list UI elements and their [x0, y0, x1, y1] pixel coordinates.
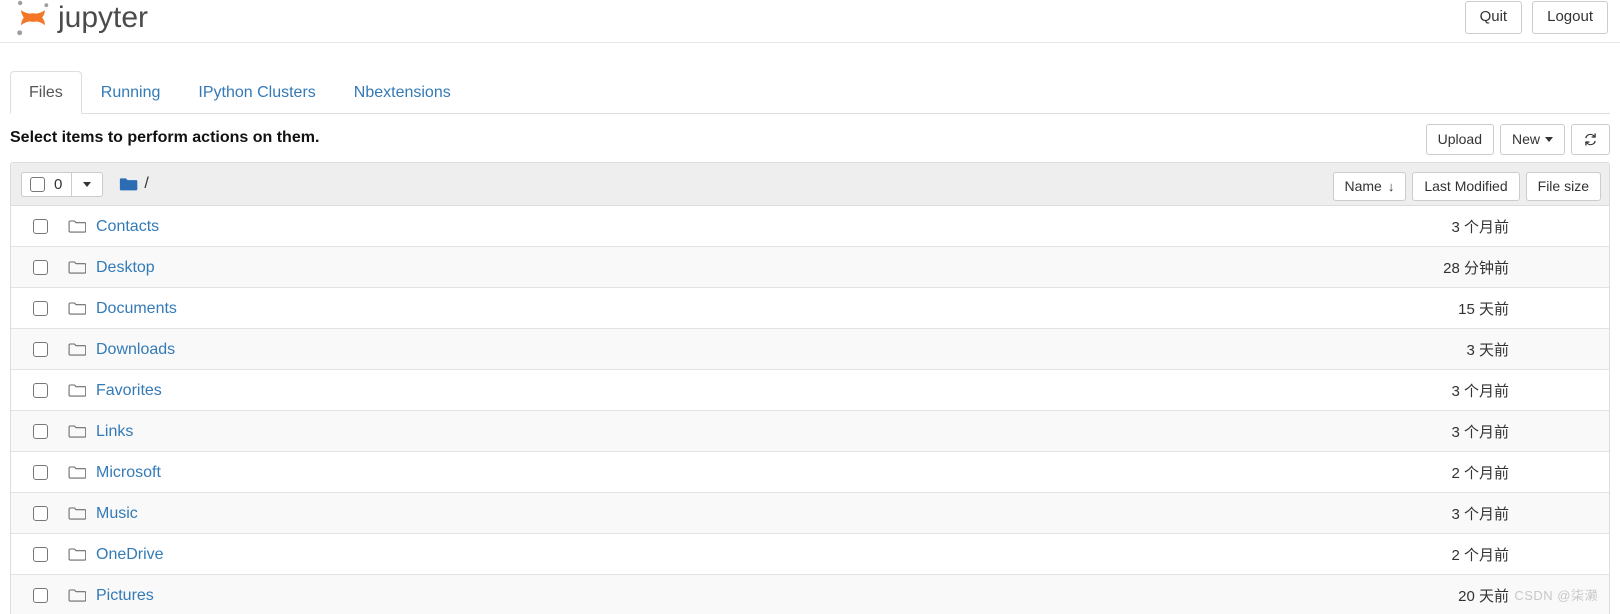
- arrow-down-icon: ↓: [1387, 179, 1395, 195]
- caret-down-icon: [83, 181, 92, 187]
- jupyter-logo-icon: [17, 0, 49, 36]
- tab-bar-container: Files Running IPython Clusters Nbextensi…: [0, 43, 1620, 115]
- row-checkbox[interactable]: [33, 300, 48, 316]
- row-checkbox[interactable]: [33, 464, 48, 480]
- refresh-button[interactable]: [1571, 124, 1610, 155]
- table-row[interactable]: Microsoft 2 个月前: [11, 452, 1609, 494]
- folder-icon: [68, 589, 86, 602]
- sort-name-label: Name: [1344, 178, 1382, 195]
- row-checkbox[interactable]: [33, 341, 48, 357]
- file-name-link[interactable]: Links: [96, 422, 133, 441]
- table-row[interactable]: Contacts 3 个月前: [11, 206, 1609, 248]
- table-row[interactable]: Downloads 3 天前: [11, 329, 1609, 371]
- tab-ipython-clusters[interactable]: IPython Clusters: [179, 71, 334, 114]
- tab-bar: Files Running IPython Clusters Nbextensi…: [10, 71, 1610, 115]
- table-row[interactable]: Links 3 个月前: [11, 411, 1609, 453]
- tab-files[interactable]: Files: [10, 71, 82, 115]
- file-name-link[interactable]: Documents: [96, 299, 177, 318]
- last-modified-value: 2 个月前: [1451, 464, 1509, 482]
- table-row[interactable]: Documents 15 天前: [11, 288, 1609, 330]
- file-list-panel: 0 / Name ↓ Last Modified File size Conta…: [10, 162, 1610, 614]
- table-row[interactable]: Desktop 28 分钟前: [11, 247, 1609, 289]
- tab-running[interactable]: Running: [82, 71, 180, 114]
- row-checkbox[interactable]: [33, 382, 48, 398]
- selected-count: 0: [54, 175, 63, 193]
- file-name-link[interactable]: Pictures: [96, 586, 154, 605]
- select-all-button[interactable]: 0: [21, 171, 72, 197]
- file-name-link[interactable]: Desktop: [96, 258, 155, 277]
- last-modified-value: 3 天前: [1466, 341, 1509, 359]
- folder-icon: [68, 466, 86, 479]
- table-row[interactable]: Music 3 个月前: [11, 493, 1609, 535]
- row-checkbox[interactable]: [33, 505, 48, 521]
- selection-hint: Select items to perform actions on them.: [10, 129, 320, 147]
- breadcrumb: /: [119, 175, 149, 193]
- file-name-link[interactable]: Contacts: [96, 217, 159, 236]
- row-checkbox[interactable]: [33, 218, 48, 234]
- logout-button[interactable]: Logout: [1532, 1, 1608, 34]
- new-dropdown-button[interactable]: New: [1499, 124, 1565, 155]
- select-all-checkbox-icon[interactable]: [30, 176, 45, 192]
- folder-icon: [68, 261, 86, 274]
- folder-icon: [68, 384, 86, 397]
- upload-button[interactable]: Upload: [1425, 124, 1494, 155]
- select-all-group: 0: [21, 171, 104, 197]
- folder-icon: [68, 302, 86, 315]
- sort-by-last-modified-button[interactable]: Last Modified: [1412, 172, 1520, 201]
- table-row[interactable]: Favorites 3 个月前: [11, 370, 1609, 412]
- row-checkbox[interactable]: [33, 587, 48, 603]
- sort-by-name-button[interactable]: Name ↓: [1332, 172, 1407, 201]
- file-name-link[interactable]: Music: [96, 504, 138, 523]
- sort-by-file-size-button[interactable]: File size: [1525, 172, 1601, 201]
- table-row[interactable]: OneDrive 2 个月前: [11, 534, 1609, 576]
- folder-icon: [68, 425, 86, 438]
- file-list-header: 0 / Name ↓ Last Modified File size: [11, 163, 1609, 207]
- header-actions: Quit Logout: [1464, 1, 1608, 34]
- caret-down-icon: [1545, 137, 1553, 143]
- file-name-link[interactable]: Favorites: [96, 381, 162, 400]
- sort-controls: Name ↓ Last Modified File size: [1332, 172, 1601, 201]
- quit-button[interactable]: Quit: [1464, 1, 1523, 34]
- last-modified-value: 2 个月前: [1451, 546, 1509, 564]
- brand-text: jupyter: [58, 1, 149, 34]
- last-modified-value: 3 个月前: [1451, 505, 1509, 523]
- last-modified-value: 3 个月前: [1451, 382, 1509, 400]
- file-name-link[interactable]: Downloads: [96, 340, 175, 359]
- last-modified-value: 3 个月前: [1451, 423, 1509, 441]
- folder-solid-icon[interactable]: [119, 177, 138, 192]
- row-checkbox[interactable]: [33, 546, 48, 562]
- folder-icon: [68, 548, 86, 561]
- last-modified-value: 15 天前: [1458, 300, 1509, 318]
- file-name-link[interactable]: Microsoft: [96, 463, 161, 482]
- file-list-body: Contacts 3 个月前 Desktop 28 分钟前 Documents 15 天前…: [11, 206, 1609, 614]
- row-checkbox[interactable]: [33, 423, 48, 439]
- file-name-link[interactable]: OneDrive: [96, 545, 164, 564]
- select-all-dropdown-button[interactable]: [71, 171, 104, 197]
- folder-icon: [68, 220, 86, 233]
- app-header: jupyter Quit Logout: [0, 0, 1620, 43]
- action-bar: Select items to perform actions on them.…: [0, 114, 1620, 162]
- action-bar-buttons: Upload New: [1425, 124, 1610, 155]
- new-dropdown-label: New: [1511, 131, 1540, 148]
- last-modified-value: 28 分钟前: [1443, 259, 1509, 277]
- last-modified-value: 20 天前: [1458, 587, 1509, 605]
- refresh-icon: [1585, 133, 1596, 146]
- row-checkbox[interactable]: [33, 259, 48, 275]
- folder-icon: [68, 507, 86, 520]
- last-modified-value: 3 个月前: [1451, 218, 1509, 236]
- folder-icon: [68, 343, 86, 356]
- table-row[interactable]: Pictures 20 天前: [11, 575, 1609, 614]
- tab-nbextensions[interactable]: Nbextensions: [335, 71, 470, 114]
- jupyter-brand[interactable]: jupyter: [12, 0, 148, 42]
- breadcrumb-path[interactable]: /: [144, 175, 148, 193]
